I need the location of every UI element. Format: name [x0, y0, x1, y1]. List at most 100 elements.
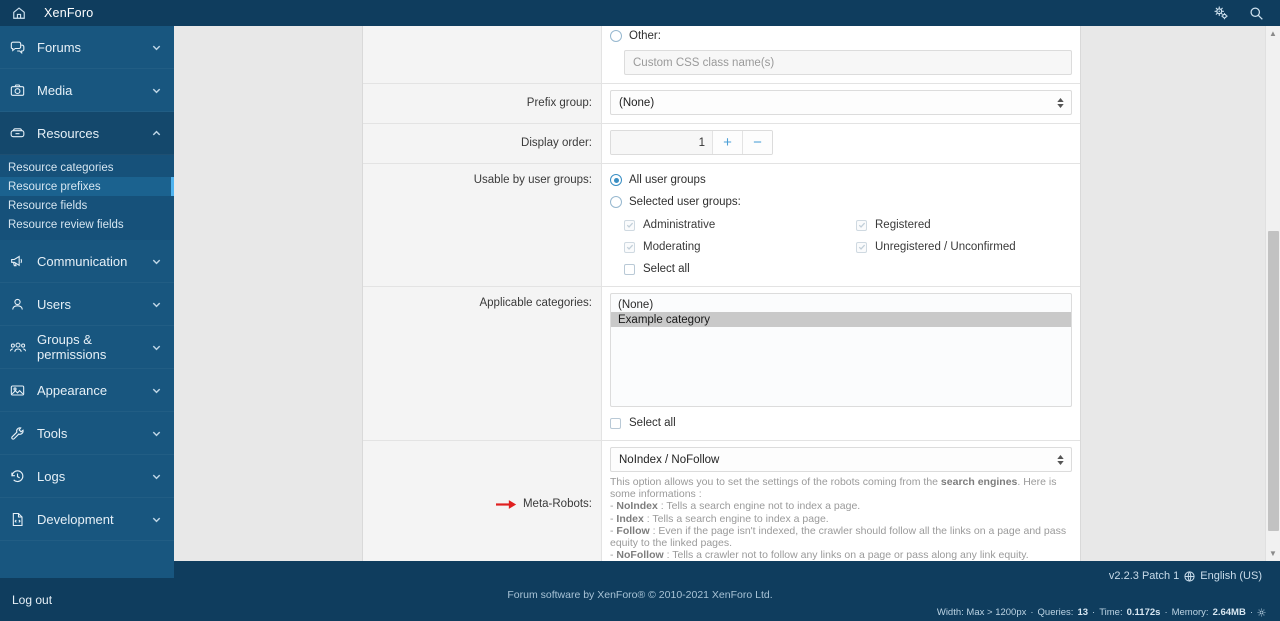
categories-listbox[interactable]: (None) Example category	[610, 293, 1072, 407]
help-line-index: - Index : Tells a search engine to index…	[610, 512, 829, 525]
search-icon[interactable]	[1249, 6, 1264, 21]
radio-selected-user-groups[interactable]	[610, 196, 622, 208]
list-item[interactable]: Example category	[611, 312, 1071, 327]
sidebar-item-groups-permissions[interactable]: Groups & permissions	[0, 326, 174, 369]
list-item[interactable]: (None)	[611, 297, 1071, 312]
scroll-down-arrow[interactable]: ▼	[1269, 549, 1277, 558]
scrollbar-thumb[interactable]	[1268, 231, 1279, 531]
form-row-display-order: Display order: 1 + −	[363, 124, 1080, 164]
checkbox-unregistered[interactable]	[856, 241, 867, 253]
display-order-control: 1 + −	[602, 124, 1080, 163]
checkbox-administrative[interactable]	[624, 219, 635, 231]
chevron-down-icon[interactable]	[151, 471, 162, 482]
checkbox-row-unregistered[interactable]: Unregistered / Unconfirmed	[856, 238, 1072, 256]
checkbox-row-registered[interactable]: Registered	[856, 216, 1072, 234]
sidebar-item-resource-review-fields[interactable]: Resource review fields	[0, 215, 174, 234]
comments-icon	[10, 40, 32, 55]
sidebar-subnav-resources: Resource categories Resource prefixes Re…	[0, 155, 174, 240]
sidebar-item-resource-categories[interactable]: Resource categories	[0, 158, 174, 177]
sidebar-item-logs[interactable]: Logs	[0, 455, 174, 498]
chevron-up-icon[interactable]	[151, 128, 162, 139]
sidebar-label: Forums	[37, 39, 82, 55]
sidebar-item-media[interactable]: Media	[0, 69, 174, 112]
chevron-down-icon[interactable]	[151, 42, 162, 53]
chevron-down-icon[interactable]	[151, 428, 162, 439]
debug-time-label: Time:	[1099, 606, 1123, 618]
help-intro-bold: search engines	[940, 476, 1018, 488]
history-icon	[10, 469, 32, 484]
form-row-meta-robots: Meta-Robots: NoIndex / NoFollow This opt…	[363, 441, 1080, 561]
scroll-up-arrow[interactable]: ▲	[1269, 29, 1277, 38]
prefix-group-label-text: Prefix group:	[526, 96, 592, 109]
resource-prefix-form: Other: Custom CSS class name(s) Prefix g…	[362, 26, 1081, 561]
checkbox-row-moderating[interactable]: Moderating	[624, 238, 856, 256]
home-icon[interactable]	[12, 6, 26, 20]
checkbox-row-select-all-groups[interactable]: Select all	[624, 260, 856, 278]
logout-button[interactable]: Log out	[0, 578, 174, 621]
brand-title[interactable]: XenForo	[44, 6, 93, 20]
language-selector[interactable]: English (US)	[1200, 570, 1262, 582]
sidebar-item-tools[interactable]: Tools	[0, 412, 174, 455]
form-row-other-css-class: Other: Custom CSS class name(s)	[363, 26, 1080, 84]
usable-label-text: Usable by user groups:	[473, 174, 592, 186]
checkbox-label: Select all	[629, 417, 676, 429]
chevron-down-icon[interactable]	[151, 342, 162, 353]
prefix-group-control: (None)	[602, 84, 1080, 123]
gear-icon[interactable]	[1257, 608, 1266, 617]
sidebar-sub-label: Resource prefixes	[8, 180, 101, 193]
checkbox-label: Unregistered / Unconfirmed	[875, 241, 1016, 253]
chevron-down-icon[interactable]	[151, 385, 162, 396]
sidebar-item-forums[interactable]: Forums	[0, 26, 174, 69]
chevron-down-icon[interactable]	[151, 256, 162, 267]
label-meta-robots: Meta-Robots:	[363, 441, 602, 561]
chevron-down-icon[interactable]	[151, 514, 162, 525]
radio-row-all-user-groups[interactable]: All user groups	[610, 170, 1072, 190]
checkbox-moderating[interactable]	[624, 241, 635, 253]
prefix-group-select[interactable]: (None)	[610, 90, 1072, 115]
form-row-usable-by-user-groups: Usable by user groups: All user groups S…	[363, 164, 1080, 287]
chevron-updown-icon	[1057, 454, 1064, 465]
user-icon	[10, 297, 32, 312]
radio-other[interactable]	[610, 30, 622, 42]
sidebar-item-resource-prefixes[interactable]: Resource prefixes	[0, 177, 174, 196]
sidebar-item-resource-fields[interactable]: Resource fields	[0, 196, 174, 215]
checkbox-label: Administrative	[643, 219, 716, 231]
globe-icon[interactable]	[1184, 570, 1195, 582]
form-row-applicable-categories: Applicable categories: (None) Example ca…	[363, 287, 1080, 441]
radio-row-selected-user-groups[interactable]: Selected user groups:	[610, 192, 1072, 212]
other-radio-row[interactable]: Other:	[610, 26, 1072, 46]
display-order-label-text: Display order:	[521, 136, 592, 149]
stepper-decrement-button[interactable]: −	[742, 131, 772, 154]
help-term: NoFollow	[616, 549, 664, 561]
sidebar-item-resources[interactable]: Resources	[0, 112, 174, 155]
checkbox-row-administrative[interactable]: Administrative	[624, 216, 856, 234]
debug-sep: ·	[1164, 606, 1168, 618]
checkbox-select-all-categories[interactable]	[610, 417, 621, 429]
sidebar-item-communication[interactable]: Communication	[0, 240, 174, 283]
checkbox-row-select-all-categories[interactable]: Select all	[610, 414, 1072, 432]
sidebar-item-appearance[interactable]: Appearance	[0, 369, 174, 412]
sidebar: Forums Media Resources Resource categori…	[0, 26, 174, 621]
meta-robots-value: NoIndex / NoFollow	[619, 453, 720, 466]
custom-css-input[interactable]: Custom CSS class name(s)	[624, 50, 1072, 75]
vertical-scrollbar[interactable]: ▲ ▼	[1265, 26, 1280, 561]
cogs-icon[interactable]	[1214, 5, 1229, 21]
quantity-stepper[interactable]: 1 + −	[610, 130, 773, 155]
chevron-down-icon[interactable]	[151, 299, 162, 310]
meta-robots-select[interactable]: NoIndex / NoFollow	[610, 447, 1072, 472]
display-order-input[interactable]: 1	[611, 131, 712, 154]
checkbox-label: Registered	[875, 219, 931, 231]
camera-icon	[10, 83, 32, 98]
sidebar-sub-label: Resource review fields	[8, 218, 124, 231]
stepper-increment-button[interactable]: +	[712, 131, 742, 154]
chevron-down-icon[interactable]	[151, 85, 162, 96]
archive-icon	[10, 126, 32, 141]
checkbox-select-all-groups[interactable]	[624, 263, 635, 275]
sidebar-item-users[interactable]: Users	[0, 283, 174, 326]
footer-meta: v2.2.3 Patch 1 English (US)	[1109, 561, 1280, 591]
checkbox-registered[interactable]	[856, 219, 867, 231]
sidebar-label: Communication	[37, 253, 128, 269]
sidebar-item-development[interactable]: Development	[0, 498, 174, 541]
sidebar-sub-label: Resource fields	[8, 199, 88, 212]
radio-all-user-groups[interactable]	[610, 174, 622, 186]
